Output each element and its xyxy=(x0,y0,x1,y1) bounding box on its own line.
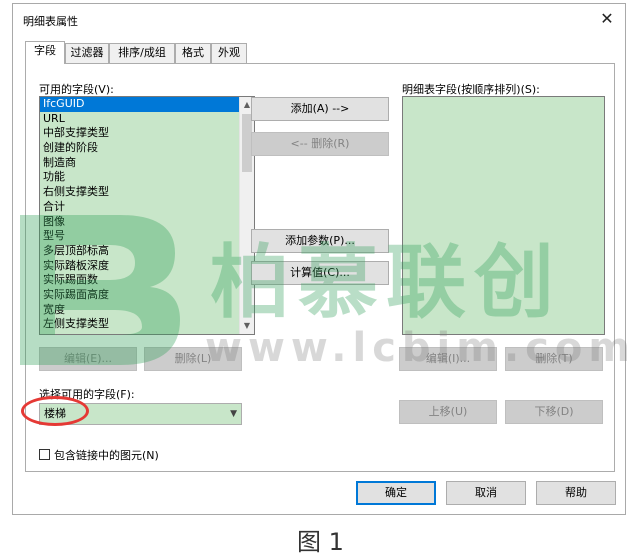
calculated-value-button[interactable]: 计算值(C)... xyxy=(251,261,389,285)
tab-appearance[interactable]: 外观 xyxy=(211,43,247,63)
list-item[interactable]: 合计 xyxy=(40,200,254,215)
cancel-button[interactable]: 取消 xyxy=(446,481,526,505)
help-button[interactable]: 帮助 xyxy=(536,481,616,505)
tab-sorting-grouping[interactable]: 排序/成组 xyxy=(109,43,175,63)
list-item[interactable]: 实际踢面高度 xyxy=(40,288,254,303)
ok-button[interactable]: 确定 xyxy=(356,481,436,505)
edit-scheduled-button[interactable]: 编辑(I)... xyxy=(399,347,497,371)
list-item[interactable]: 左侧支撑类型 xyxy=(40,317,254,332)
available-fields-list[interactable]: IfcGUID URL 中部支撑类型 创建的阶段 制造商 功能 右侧支撑类型 合计 图像 型号 多层… xyxy=(39,96,255,335)
dialog-title: 明细表属性 xyxy=(23,15,78,28)
select-field-value: 楼梯 xyxy=(44,407,66,420)
tab-filter[interactable]: 过滤器 xyxy=(65,43,109,63)
list-item[interactable]: IfcGUID xyxy=(40,97,254,112)
list-item[interactable]: 创建的阶段 xyxy=(40,141,254,156)
add-field-button[interactable]: 添加(A) --> xyxy=(251,97,389,121)
include-linked-label: 包含链接中的图元(N) xyxy=(54,449,159,462)
move-down-button[interactable]: 下移(D) xyxy=(505,400,603,424)
delete-available-button[interactable]: 删除(L) xyxy=(144,347,242,371)
remove-field-button[interactable]: <-- 删除(R) xyxy=(251,132,389,156)
scroll-down-icon[interactable]: ▼ xyxy=(240,318,254,334)
tab-formatting[interactable]: 格式 xyxy=(175,43,211,63)
dialog-window: 明细表属性 ✕ 字段 过滤器 排序/成组 格式 外观 可用的字段(V): Ifc… xyxy=(12,3,626,515)
list-item[interactable]: 中部支撑类型 xyxy=(40,126,254,141)
figure-caption: 图 1 xyxy=(297,528,344,556)
move-up-button[interactable]: 上移(U) xyxy=(399,400,497,424)
scheduled-fields-list[interactable] xyxy=(402,96,605,335)
list-item[interactable]: 型号 xyxy=(40,229,254,244)
include-linked-checkbox[interactable] xyxy=(39,449,50,460)
list-item[interactable]: 实际踢面数 xyxy=(40,273,254,288)
fields-panel: 可用的字段(V): IfcGUID URL 中部支撑类型 创建的阶段 制造商 功能 右侧支撑… xyxy=(25,63,615,472)
edit-available-button[interactable]: 编辑(E)... xyxy=(39,347,137,371)
list-item[interactable]: 多层顶部标高 xyxy=(40,244,254,259)
list-item[interactable]: 实际踏板深度 xyxy=(40,259,254,274)
list-item[interactable]: 制造商 xyxy=(40,156,254,171)
chevron-down-icon: ▼ xyxy=(230,409,237,419)
list-item[interactable]: URL xyxy=(40,112,254,127)
close-icon[interactable]: ✕ xyxy=(597,9,617,29)
delete-scheduled-button[interactable]: 删除(T) xyxy=(505,347,603,371)
list-item[interactable]: 宽度 xyxy=(40,303,254,318)
select-field-label: 选择可用的字段(F): xyxy=(39,388,135,401)
available-fields-label: 可用的字段(V): xyxy=(39,83,114,96)
list-item[interactable]: 右侧支撑类型 xyxy=(40,185,254,200)
add-parameter-button[interactable]: 添加参数(P)... xyxy=(251,229,389,253)
list-item[interactable]: 图像 xyxy=(40,215,254,230)
select-field-dropdown[interactable]: 楼梯 ▼ xyxy=(39,403,242,425)
title-bar: 明细表属性 ✕ xyxy=(13,4,625,34)
scheduled-fields-label: 明细表字段(按顺序排列)(S): xyxy=(402,83,540,96)
tab-fields[interactable]: 字段 xyxy=(25,41,65,64)
available-fields-items: IfcGUID URL 中部支撑类型 创建的阶段 制造商 功能 右侧支撑类型 合计 图像 型号 多层… xyxy=(40,97,254,332)
list-item[interactable]: 功能 xyxy=(40,170,254,185)
